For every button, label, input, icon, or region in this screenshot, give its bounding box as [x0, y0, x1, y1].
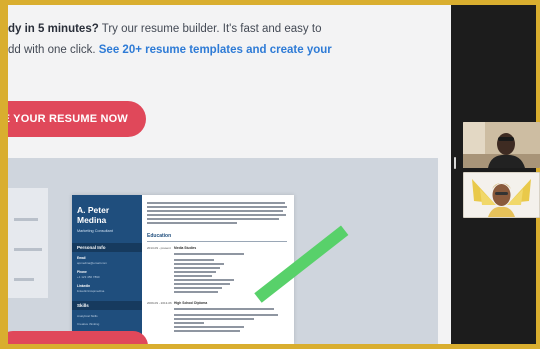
edu-1-title: Media Studies	[174, 246, 197, 250]
skill-1: Analytical Skills	[77, 314, 98, 318]
templates-link[interactable]: See 20+ resume templates and create your	[99, 44, 332, 56]
resume-last-name: Medina	[77, 215, 107, 225]
headline: dy in 5 minutes? Try our resume builder.…	[8, 19, 448, 61]
skills-heading: Skills	[72, 301, 142, 310]
headline-line2: dd with one click.	[8, 44, 99, 56]
resume-first-name: A. Peter	[77, 205, 110, 215]
sticky-cta-button[interactable]	[8, 331, 148, 344]
education-heading: Education	[147, 233, 172, 239]
participant-tile-2[interactable]	[463, 172, 540, 218]
person-video-icon	[463, 122, 540, 168]
phone-value: +1 123 456 7890	[77, 275, 100, 279]
linkedin-label: LinkedIn	[77, 284, 91, 288]
resume-preview: A. Peter Medina Marketing Consultant Per…	[8, 158, 438, 344]
phone-label: Phone	[77, 270, 87, 274]
personal-info-heading: Personal Info	[72, 243, 142, 252]
create-resume-button[interactable]: E YOUR RESUME NOW	[8, 101, 146, 137]
email-label: Email	[77, 256, 86, 260]
participant-tile-1[interactable]	[463, 122, 540, 168]
headline-rest: Try our resume builder. It's fast and ea…	[98, 23, 322, 35]
resume-main: Education 2013-09 - present Media Studie…	[142, 195, 294, 344]
resume-sidebar: A. Peter Medina Marketing Consultant Per…	[72, 195, 142, 344]
linkedin-value: linkedin/in/apmedina	[77, 289, 105, 293]
side-template-preview	[8, 188, 48, 298]
edu-2-dates: 2009-09 - 2013-06	[147, 301, 172, 305]
resume-name: A. Peter Medina	[77, 205, 109, 225]
edu-2-title: High School Diploma	[174, 301, 208, 305]
web-page: dy in 5 minutes? Try our resume builder.…	[8, 5, 451, 344]
skill-2: Creative thinking	[77, 322, 100, 326]
headline-bold: dy in 5 minutes?	[8, 23, 99, 35]
email-value: apmedina@email.com	[77, 261, 107, 265]
avatar-illustration-icon	[464, 173, 539, 217]
resume-template[interactable]: A. Peter Medina Marketing Consultant Per…	[72, 195, 294, 344]
edu-1-dates: 2013-09 - present	[147, 246, 171, 250]
panel-resize-handle[interactable]	[454, 157, 456, 169]
create-resume-label: E YOUR RESUME NOW	[8, 113, 128, 125]
resume-role: Marketing Consultant	[77, 229, 113, 233]
